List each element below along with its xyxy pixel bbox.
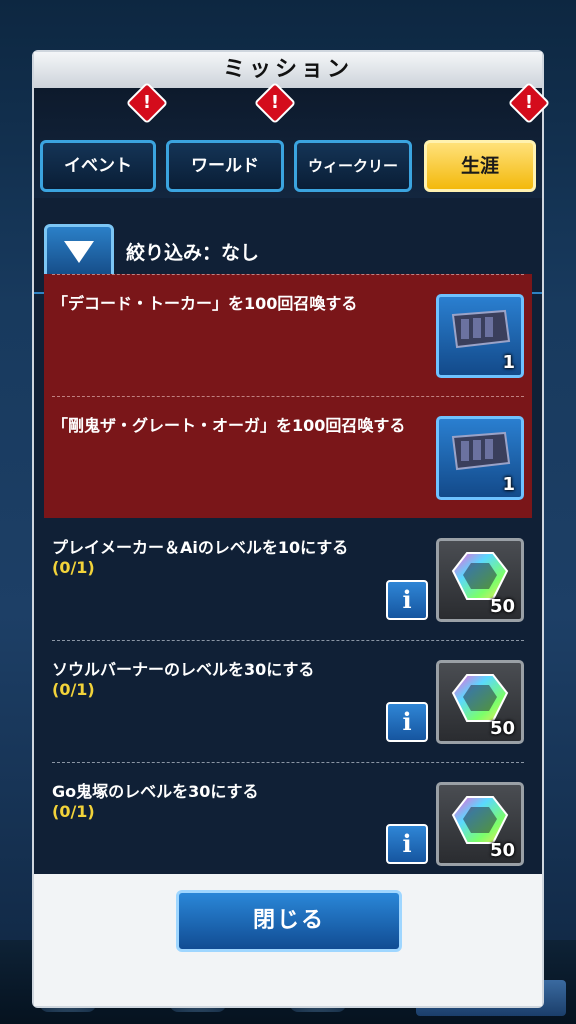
divider [52, 640, 524, 641]
mission-dialog: ミッション イベント ! ワールド ! ウィークリー 生涯 ! 絞り込み：なし … [32, 50, 551, 1008]
divider [52, 762, 524, 763]
triangle-down-icon [64, 241, 94, 263]
filter-button[interactable] [44, 224, 114, 280]
mission-text: ソウルバーナーのレベルを30にする [52, 660, 315, 679]
mission-progress: (0/1) [52, 558, 95, 577]
mission-item: ソウルバーナーのレベルを30にする (0/1) i 50 [44, 640, 532, 762]
card-sleeve-icon [451, 431, 511, 471]
reward-box[interactable]: 1 [436, 416, 524, 500]
mission-text: 「剛鬼ザ・グレート・オーガ」を100回召喚する [52, 416, 406, 435]
reward-quantity: 1 [502, 352, 515, 373]
alert-badge-icon: ! [507, 81, 551, 125]
reward-box[interactable]: 1 [436, 294, 524, 378]
tab-weekly[interactable]: ウィークリー [294, 140, 412, 192]
mission-item: 「デコード・トーカー」を100回召喚する 1 [44, 274, 532, 396]
tab-label: ワールド [191, 156, 259, 176]
reward-quantity: 50 [489, 840, 515, 861]
mission-progress: (0/1) [52, 680, 95, 699]
mission-item: プレイメーカー＆Aiのレベルを10にする (0/1) i 50 [44, 518, 532, 640]
reward-box[interactable]: 50 [436, 660, 524, 744]
reward-quantity: 50 [489, 718, 515, 739]
reward-quantity: 1 [502, 474, 515, 495]
mission-item: Go鬼塚のレベルを30にする (0/1) i 50 [44, 762, 532, 884]
tab-lifetime[interactable]: 生涯 [424, 140, 536, 192]
tab-label: 生涯 [460, 155, 499, 177]
reward-box[interactable]: 50 [436, 538, 524, 622]
tab-label: イベント [64, 156, 132, 176]
close-button[interactable]: 閉じる [176, 890, 402, 952]
mission-item: 「剛鬼ザ・グレート・オーガ」を100回召喚する 1 [44, 396, 532, 518]
reward-quantity: 50 [489, 596, 515, 617]
filter-label: 絞り込み：なし [126, 242, 260, 264]
divider [52, 396, 524, 397]
mission-text: 「デコード・トーカー」を100回召喚する [52, 294, 358, 313]
tab-world[interactable]: ワールド [166, 140, 284, 192]
divider [52, 274, 524, 275]
tab-event[interactable]: イベント [40, 140, 156, 192]
tab-bar: イベント ! ワールド ! ウィークリー 生涯 ! [34, 81, 551, 198]
dialog-title: ミッション [34, 52, 542, 88]
dialog-footer: 閉じる [34, 874, 542, 1006]
reward-box[interactable]: 50 [436, 782, 524, 866]
alert-badge-icon: ! [125, 81, 169, 125]
mission-progress: (0/1) [52, 802, 95, 821]
tab-label: ウィークリー [307, 157, 398, 175]
alert-badge-icon: ! [253, 81, 297, 125]
info-button[interactable]: i [386, 702, 428, 742]
info-button[interactable]: i [386, 580, 428, 620]
info-button[interactable]: i [386, 824, 428, 864]
card-sleeve-icon [451, 309, 511, 349]
mission-text: プレイメーカー＆Aiのレベルを10にする [52, 538, 349, 557]
mission-text: Go鬼塚のレベルを30にする [52, 782, 259, 801]
